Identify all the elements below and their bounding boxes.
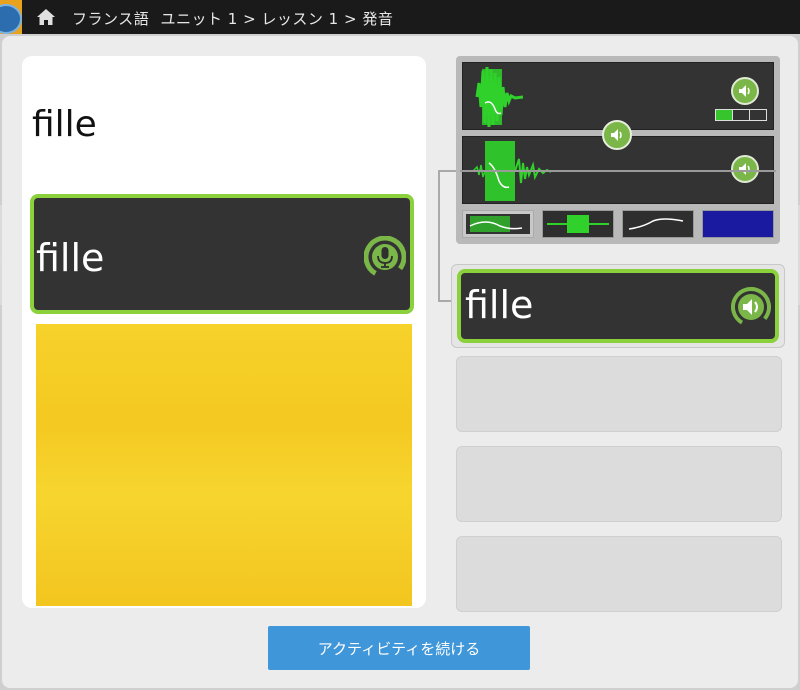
answer-slot-empty[interactable] xyxy=(456,356,782,432)
compare-slider-track xyxy=(460,170,776,172)
user-play-speaker-icon[interactable] xyxy=(731,155,759,183)
connector-line xyxy=(438,300,452,302)
home-icon[interactable] xyxy=(36,7,56,27)
top-bar: フランス語 ユニット 1 > レッスン 1 > 発音 xyxy=(0,0,800,34)
prompt-card: fille fille xyxy=(22,56,426,608)
compare-speaker-icon[interactable] xyxy=(602,120,632,150)
view-selector xyxy=(462,210,774,238)
microphone-icon[interactable] xyxy=(364,236,406,278)
continue-activity-button[interactable]: アクティビティを続ける xyxy=(268,626,530,670)
breadcrumb-path[interactable]: ユニット 1 > レッスン 1 > 発音 xyxy=(160,10,393,28)
record-word: fille xyxy=(36,236,105,280)
breadcrumb: フランス語 ユニット 1 > レッスン 1 > 発音 xyxy=(72,8,399,29)
answer-slot-empty[interactable] xyxy=(456,446,782,522)
prompt-word: fille xyxy=(32,104,97,145)
pronunciation-modal: fille fille fille アクティビティを続ける xyxy=(2,36,798,688)
answer-slot-empty[interactable] xyxy=(456,536,782,612)
waveform-view-tab[interactable] xyxy=(462,210,534,238)
word-image xyxy=(36,324,412,606)
connector-line xyxy=(438,170,458,172)
speaker-icon[interactable] xyxy=(731,287,771,327)
native-play-speaker-icon[interactable] xyxy=(731,77,759,105)
pitch-view-tab[interactable] xyxy=(622,210,694,238)
app-logo[interactable] xyxy=(0,0,22,34)
record-panel[interactable]: fille xyxy=(30,194,414,314)
answer-slot-active[interactable]: fille xyxy=(451,264,785,348)
breadcrumb-course[interactable]: フランス語 xyxy=(72,10,149,28)
spectrogram-view-tab[interactable] xyxy=(702,210,774,238)
amplitude-view-tab[interactable] xyxy=(542,210,614,238)
connector-line xyxy=(438,170,440,300)
waveform-panel xyxy=(456,56,780,244)
volume-level-meter xyxy=(715,109,767,121)
answer-word: fille xyxy=(465,283,534,327)
